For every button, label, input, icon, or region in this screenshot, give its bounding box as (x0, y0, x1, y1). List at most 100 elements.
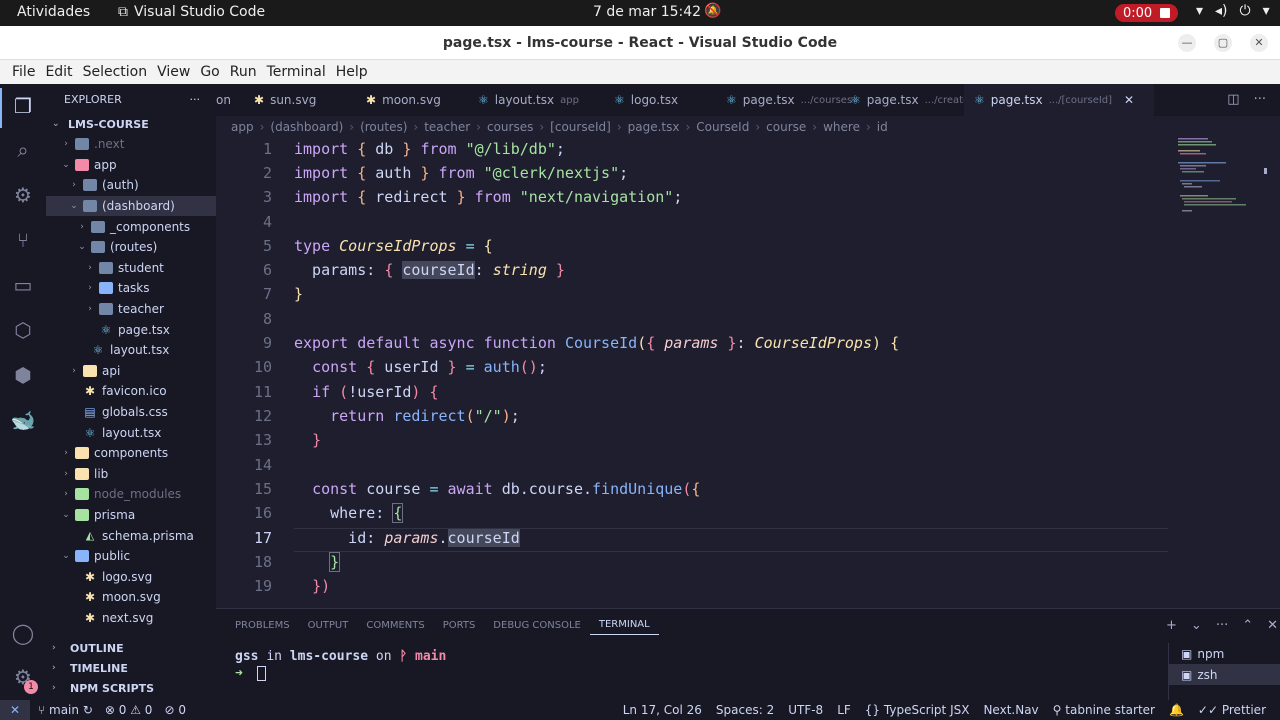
close-button[interactable]: ✕ (1250, 34, 1268, 52)
account-icon[interactable]: ◯ (10, 620, 36, 646)
tab-ports[interactable]: PORTS (434, 620, 485, 631)
file-item[interactable]: ⚛ layout.tsx (46, 340, 216, 361)
folder-item[interactable]: ⌄ (dashboard) (46, 195, 216, 217)
close-panel-icon[interactable]: ✕ (1267, 618, 1278, 633)
explorer-icon[interactable]: ❐ (10, 93, 36, 119)
outline-section[interactable]: › OUTLINE (46, 638, 216, 658)
line-ending[interactable]: LF (837, 703, 851, 717)
split-editor-icon[interactable]: ◫ (1227, 92, 1239, 107)
source-control-icon[interactable]: ⑂ (10, 227, 36, 253)
folder-item[interactable]: ⌄ (routes) (46, 237, 216, 258)
breadcrumb-item[interactable]: CourseId (696, 120, 749, 134)
tabnine-status[interactable]: ⚲ tabnine starter (1053, 703, 1155, 717)
breadcrumb-item[interactable]: (dashboard) (270, 120, 343, 134)
tab-comments[interactable]: COMMENTS (357, 620, 433, 631)
workspace-root[interactable]: ⌄ LMS-COURSE (46, 114, 216, 134)
npm-scripts-section[interactable]: › NPM SCRIPTS (46, 678, 216, 698)
remote-explorer-icon[interactable]: ▭ (10, 272, 36, 298)
breadcrumb-item[interactable]: course (766, 120, 806, 134)
file-item[interactable]: ⚛ page.tsx (46, 319, 216, 340)
editor-tab[interactable]: ✱ moon.svg (356, 84, 468, 116)
folder-item[interactable]: › _components (46, 216, 216, 237)
code-editor[interactable]: 1 2 3 4 5 6 7 8 9 10 11 12 13 14 15 16 17 18 19 import { d… (216, 138, 1280, 608)
branch-indicator[interactable]: ⑂ main ↻ (38, 703, 93, 717)
new-terminal-icon[interactable]: + (1166, 618, 1177, 633)
menu-help[interactable]: Help (331, 60, 373, 84)
more-actions-icon[interactable]: ··· (1216, 618, 1228, 633)
encoding[interactable]: UTF-8 (788, 703, 823, 717)
file-item[interactable]: ✱ next.svg (46, 608, 216, 629)
editor-tab[interactable]: ⚛ page.tsx .../courses (716, 84, 852, 116)
menu-run[interactable]: Run (225, 60, 262, 84)
folder-item[interactable]: ⌄ public (46, 546, 216, 567)
terminal-npm[interactable]: ▣ npm (1169, 643, 1280, 664)
menu-file[interactable]: File (7, 60, 40, 84)
breadcrumb-item[interactable]: page.tsx (628, 120, 680, 134)
breadcrumb-item[interactable]: id (877, 120, 888, 134)
next-nav[interactable]: Next.Nav (983, 703, 1038, 717)
editor-tab[interactable]: ⚛ page.tsx .../[courseId] ✕ (964, 84, 1154, 116)
timeline-section[interactable]: › TIMELINE (46, 658, 216, 678)
maximize-button[interactable]: ▢ (1214, 34, 1232, 52)
minimap[interactable] (1178, 138, 1268, 238)
chevron-down-icon[interactable]: ⌄ (1191, 618, 1202, 633)
remote-indicator-icon[interactable]: ✕ (0, 700, 30, 720)
editor-tab[interactable]: ⚛ page.tsx .../create (840, 84, 969, 116)
file-item[interactable]: ▤ globals.css (46, 402, 216, 423)
extensions-icon[interactable]: ⬡ (10, 317, 36, 343)
folder-item[interactable]: › tasks (46, 278, 216, 299)
tab-debug-console[interactable]: DEBUG CONSOLE (484, 620, 590, 631)
tab-output[interactable]: OUTPUT (299, 620, 358, 631)
folder-item[interactable]: › student (46, 258, 216, 279)
menu-terminal[interactable]: Terminal (262, 60, 331, 84)
problems-indicator[interactable]: ⊗ 0 ⚠ 0 (105, 703, 153, 717)
app-menu[interactable]: ⧉ Visual Studio Code (118, 4, 265, 20)
folder-item[interactable]: › lib (46, 464, 216, 485)
clock[interactable]: 7 de mar 15:42 (593, 4, 701, 20)
menu-selection[interactable]: Selection (78, 60, 153, 84)
folder-item[interactable]: › teacher (46, 299, 216, 320)
run-debug-icon[interactable]: ⚙ (10, 182, 36, 208)
menu-edit[interactable]: Edit (40, 60, 77, 84)
search-icon[interactable]: ⌕ (10, 137, 36, 163)
editor-tab[interactable]: ⚛ logo.tsx (604, 84, 716, 116)
folder-item[interactable]: › (auth) (46, 175, 216, 196)
language-mode[interactable]: {} TypeScript JSX (865, 703, 970, 717)
prettier-status[interactable]: ✓✓ Prettier (1198, 703, 1266, 717)
menu-view[interactable]: View (152, 60, 195, 84)
gitlens-icon[interactable]: ⬢ (10, 362, 36, 388)
file-item[interactable]: ✱ logo.svg (46, 566, 216, 587)
breadcrumb-item[interactable]: (routes) (360, 120, 407, 134)
folder-item[interactable]: › .next (46, 134, 216, 155)
minimize-button[interactable]: — (1178, 34, 1196, 52)
file-item[interactable]: ✱ favicon.ico (46, 381, 216, 402)
folder-item[interactable]: ⌄ app (46, 155, 216, 176)
breadcrumb-item[interactable]: [courseId] (550, 120, 611, 134)
terminal-output[interactable]: gss in lms-course on ᚹ main ➜ (235, 649, 446, 681)
breadcrumb-item[interactable]: courses (487, 120, 533, 134)
system-tray[interactable]: ▾ ◂) ⏻ ▾ (1196, 3, 1270, 19)
docker-icon[interactable]: 🐋 (10, 407, 36, 433)
editor-tab[interactable]: ⚛ layout.tsx app (468, 84, 604, 116)
more-actions-icon[interactable]: ··· (190, 93, 201, 106)
close-tab-icon[interactable]: ✕ (1124, 93, 1134, 107)
recording-indicator[interactable]: 0:00 (1115, 4, 1179, 22)
maximize-panel-icon[interactable]: ⌃ (1242, 618, 1253, 633)
bell-icon[interactable]: 🔔 (1169, 703, 1184, 717)
editor-tab[interactable]: on (216, 84, 244, 116)
file-item[interactable]: ⚛ layout.tsx (46, 422, 216, 443)
ports-indicator[interactable]: ⊘ 0 (164, 703, 186, 717)
cursor-position[interactable]: Ln 17, Col 26 (623, 703, 702, 717)
breadcrumb-item[interactable]: app (231, 120, 254, 134)
folder-item[interactable]: › node_modules (46, 484, 216, 505)
breadcrumb-item[interactable]: teacher (424, 120, 470, 134)
terminal-zsh[interactable]: ▣ zsh (1169, 664, 1280, 685)
tab-terminal[interactable]: TERMINAL (589, 619, 659, 635)
indentation[interactable]: Spaces: 2 (716, 703, 774, 717)
editor-tab[interactable]: ✱ sun.svg (244, 84, 356, 116)
folder-item[interactable]: › components (46, 443, 216, 464)
menu-go[interactable]: Go (195, 60, 224, 84)
folder-item[interactable]: ⌄ prisma (46, 505, 216, 526)
more-actions-icon[interactable]: ··· (1254, 92, 1266, 107)
breadcrumb-item[interactable]: where (823, 120, 860, 134)
